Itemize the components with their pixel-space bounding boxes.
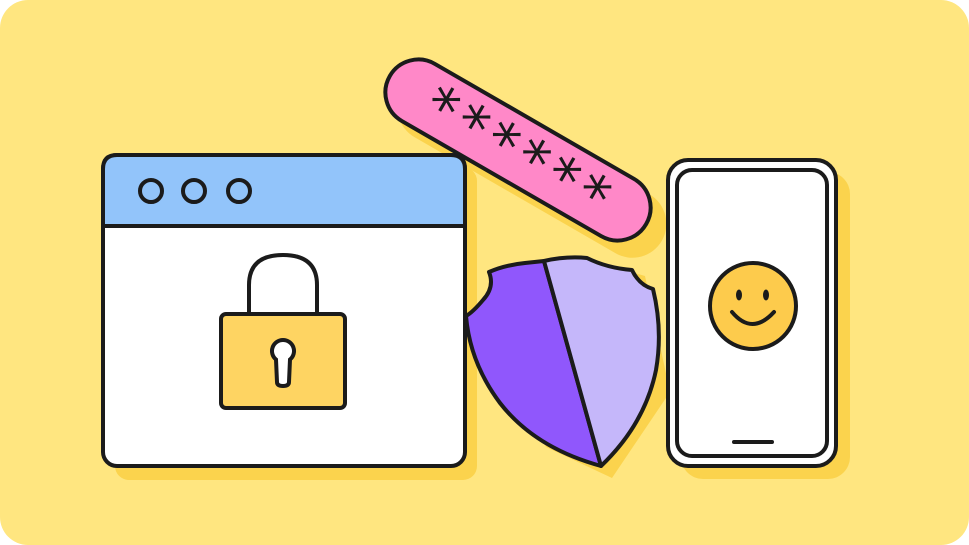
browser-window [101,153,467,468]
smiley-right-eye [763,289,769,301]
smiley-left-eye [736,289,742,301]
security-illustration: ****** [0,0,969,545]
smiley-face-icon [708,261,798,351]
padlock-keyhole [270,337,296,389]
phone [666,158,838,468]
illustration-canvas: ****** [101,57,850,480]
shield-icon [464,255,661,468]
smiley-face [708,261,798,351]
browser-window-titlebar [101,153,467,228]
